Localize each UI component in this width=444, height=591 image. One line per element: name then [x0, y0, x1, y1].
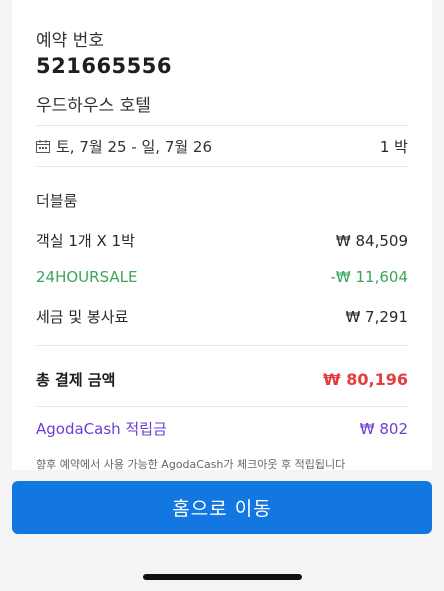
total-value: ₩ 80,196: [323, 370, 408, 389]
booking-summary-card: 예약 번호 521665556 우드하우스 호텔 토, 7월 25 - 일, 7…: [12, 0, 432, 470]
room-price-value: ₩ 84,509: [335, 231, 408, 250]
agoda-cash-note: 향후 예약에서 사용 가능한 AgodaCash가 체크아웃 후 적립됩니다: [36, 458, 346, 470]
stay-dates-row: 토, 7월 25 - 일, 7월 26 1 박: [36, 136, 408, 157]
discount-row: 24HOURSALE -₩ 11,604: [36, 268, 408, 286]
tax-row: 세금 및 봉사료 ₩ 7,291: [36, 306, 408, 327]
tax-label: 세금 및 봉사료: [36, 308, 129, 326]
total-row: 총 결제 금액 ₩ 80,196: [36, 369, 408, 390]
tax-value: ₩ 7,291: [345, 307, 408, 326]
discount-value: -₩ 11,604: [330, 268, 409, 286]
stay-dates-text: 토, 7월 25 - 일, 7월 26: [56, 138, 213, 156]
agoda-cash-row: AgodaCash 적립금 ₩ 802: [36, 418, 408, 439]
booking-number-label: 예약 번호: [36, 31, 104, 51]
booking-number: 521665556: [36, 54, 173, 78]
stay-dates: 토, 7월 25 - 일, 7월 26: [36, 136, 212, 157]
discount-label: 24HOURSALE: [36, 268, 138, 286]
room-price-label: 객실 1개 X 1박: [36, 232, 135, 250]
total-label: 총 결제 금액: [36, 371, 116, 389]
agoda-cash-label: AgodaCash 적립금: [36, 420, 167, 438]
divider: [36, 166, 408, 167]
nights-count: 1 박: [379, 138, 408, 156]
agoda-cash-value: ₩ 802: [359, 419, 408, 438]
calendar-icon: [36, 140, 50, 153]
room-type: 더블룸: [36, 192, 78, 210]
room-price-row: 객실 1개 X 1박 ₩ 84,509: [36, 230, 408, 251]
divider: [36, 125, 408, 126]
hotel-name: 우드하우스 호텔: [36, 96, 151, 116]
home-indicator: [143, 574, 302, 580]
divider: [36, 345, 408, 346]
go-home-button[interactable]: 홈으로 이동: [12, 481, 432, 534]
divider: [36, 406, 408, 407]
booking-confirmation-page: 예약 번호 521665556 우드하우스 호텔 토, 7월 25 - 일, 7…: [0, 0, 444, 591]
